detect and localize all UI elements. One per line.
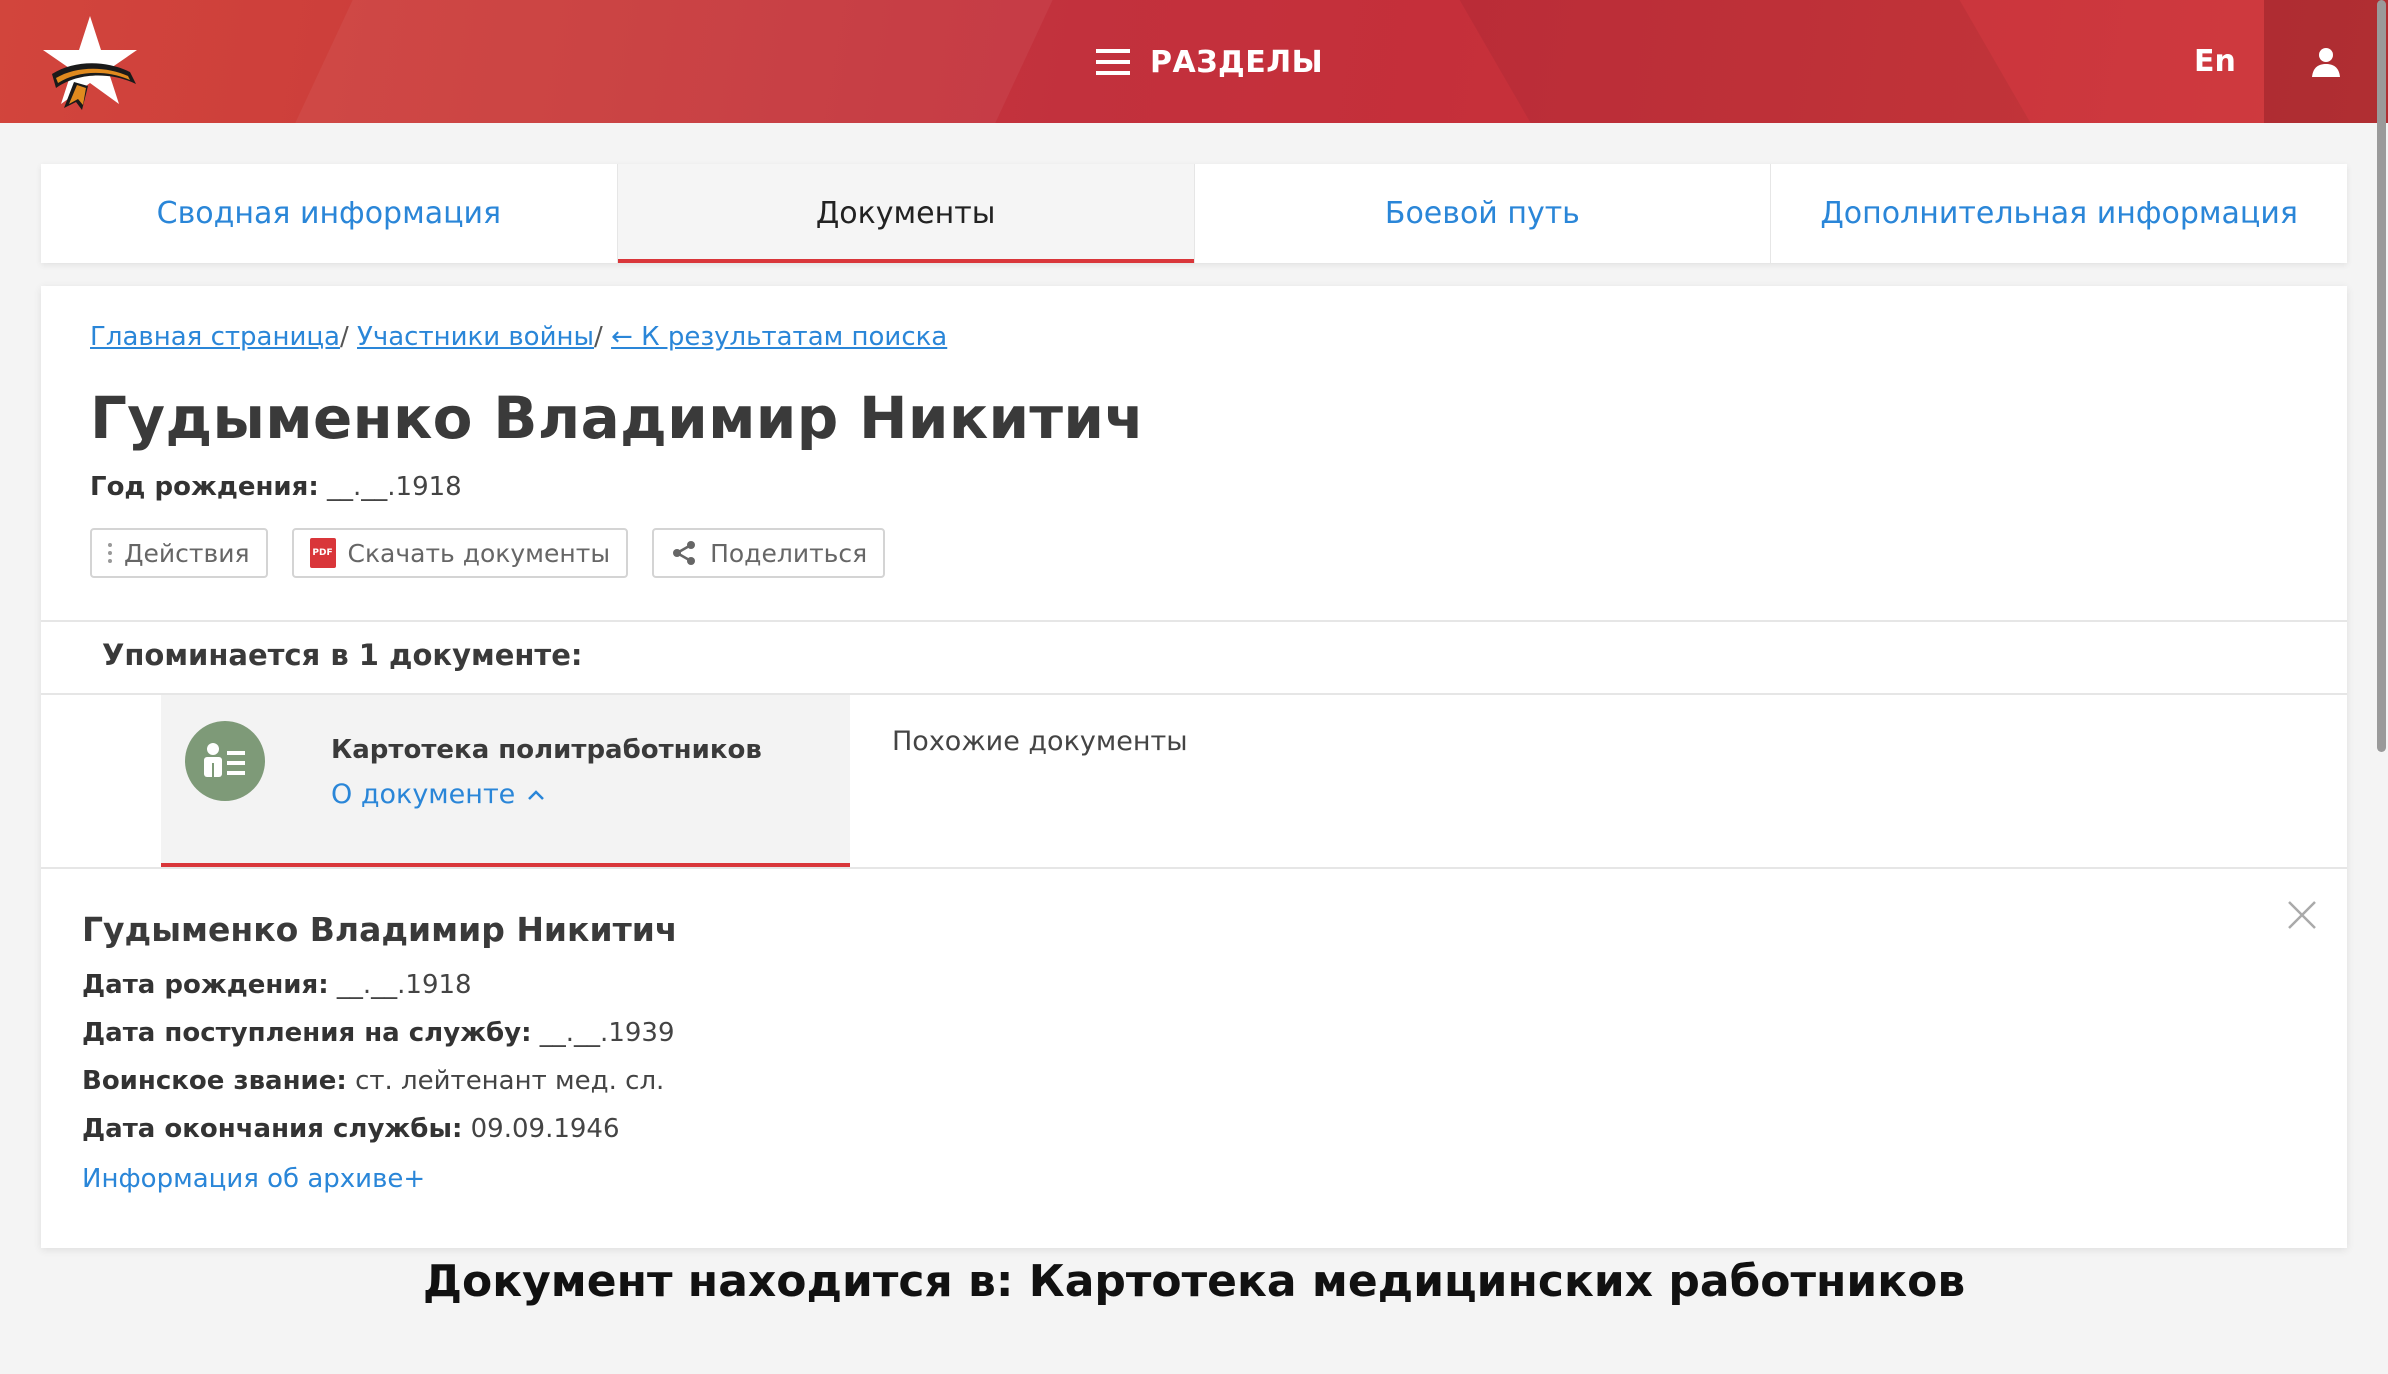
pdf-icon: PDF xyxy=(309,538,336,568)
document-title: Картотека политработников xyxy=(331,735,762,765)
breadcrumb: Главная страница/ Участники войны/ ← К р… xyxy=(90,322,947,352)
header-decor xyxy=(268,0,1072,123)
document-item[interactable]: Картотека политработников О документе xyxy=(161,695,850,867)
header-decor xyxy=(1436,0,2064,123)
page-title: Гудыменко Владимир Никитич xyxy=(90,384,1145,452)
action-buttons: Действия PDF Скачать документы Поделитьс… xyxy=(90,528,886,578)
actions-button-label: Действия xyxy=(124,538,250,568)
divider xyxy=(41,867,2347,869)
hamburger-icon xyxy=(1096,49,1130,75)
detail-label: Дата окончания службы: xyxy=(82,1114,463,1144)
share-button[interactable]: Поделиться xyxy=(652,528,886,578)
tab-documents[interactable]: Документы xyxy=(617,164,1195,263)
birth-year: Год рождения: __.__.1918 xyxy=(90,472,462,502)
detail-rank: Воинское звание: ст. лейтенант мед. сл. xyxy=(82,1066,664,1096)
detail-service-end: Дата окончания службы: 09.09.1946 xyxy=(82,1114,620,1144)
card-index-icon xyxy=(185,721,265,801)
pdf-badge: PDF xyxy=(309,538,336,568)
detail-value: __.__.1939 xyxy=(539,1018,675,1048)
breadcrumb-separator: / xyxy=(339,322,349,352)
similar-documents-link[interactable]: Похожие документы xyxy=(892,726,1188,757)
tab-additional-info[interactable]: Дополнительная информация xyxy=(1771,164,2347,263)
user-account-button[interactable] xyxy=(2264,0,2388,123)
actions-button[interactable]: Действия xyxy=(90,528,268,578)
tab-summary[interactable]: Сводная информация xyxy=(41,164,618,263)
language-switch[interactable]: En xyxy=(2194,44,2236,79)
detail-label: Воинское звание: xyxy=(82,1066,347,1096)
top-header: РАЗДЕЛЫ En xyxy=(0,0,2388,123)
share-button-label: Поделиться xyxy=(710,538,868,568)
scrollbar[interactable] xyxy=(2377,0,2386,752)
vertical-dots-icon xyxy=(108,543,112,563)
breadcrumb-separator: / xyxy=(594,322,603,352)
chevron-up-icon xyxy=(528,789,545,800)
document-location-note: Документ находится в: Картотека медицинс… xyxy=(422,1256,1966,1307)
detail-birth-date: Дата рождения: __.__.1918 xyxy=(82,970,472,1000)
about-document-toggle[interactable]: О документе xyxy=(331,779,547,810)
detail-label: Дата рождения: xyxy=(82,970,329,1000)
detail-service-start: Дата поступления на службу: __.__.1939 xyxy=(82,1018,675,1048)
breadcrumb-home-link[interactable]: Главная страница xyxy=(90,322,340,352)
user-icon xyxy=(2312,47,2340,77)
detail-value: __.__.1918 xyxy=(336,970,472,1000)
download-documents-label: Скачать документы xyxy=(347,538,611,568)
breadcrumb-participants-link[interactable]: Участники войны xyxy=(357,322,594,352)
detail-value: 09.09.1946 xyxy=(470,1114,620,1144)
person-card: Главная страница/ Участники войны/ ← К р… xyxy=(41,286,2347,1248)
archive-info-link[interactable]: Информация об архиве+ xyxy=(82,1164,425,1194)
sections-menu-button[interactable]: РАЗДЕЛЫ xyxy=(1096,40,1323,84)
star-ribbon-logo[interactable] xyxy=(34,12,150,112)
divider xyxy=(41,620,2347,622)
tab-bar: Сводная информация Документы Боевой путь… xyxy=(41,164,2347,263)
detail-value: ст. лейтенант мед. сл. xyxy=(355,1066,665,1096)
birth-year-label: Год рождения: xyxy=(90,472,319,502)
close-icon[interactable] xyxy=(2285,898,2319,932)
mentions-heading: Упоминается в 1 документе: xyxy=(102,638,583,672)
about-document-label: О документе xyxy=(331,779,516,810)
download-documents-button[interactable]: PDF Скачать документы xyxy=(291,528,629,578)
tab-combat-path[interactable]: Боевой путь xyxy=(1195,164,1772,263)
detail-person-name: Гудыменко Владимир Никитич xyxy=(82,910,678,949)
birth-year-value: __.__.1918 xyxy=(327,472,462,502)
detail-label: Дата поступления на службу: xyxy=(82,1018,532,1048)
sections-menu-label: РАЗДЕЛЫ xyxy=(1150,44,1324,80)
share-icon xyxy=(670,539,698,567)
back-to-results-link[interactable]: ← К результатам поиска xyxy=(611,322,947,352)
